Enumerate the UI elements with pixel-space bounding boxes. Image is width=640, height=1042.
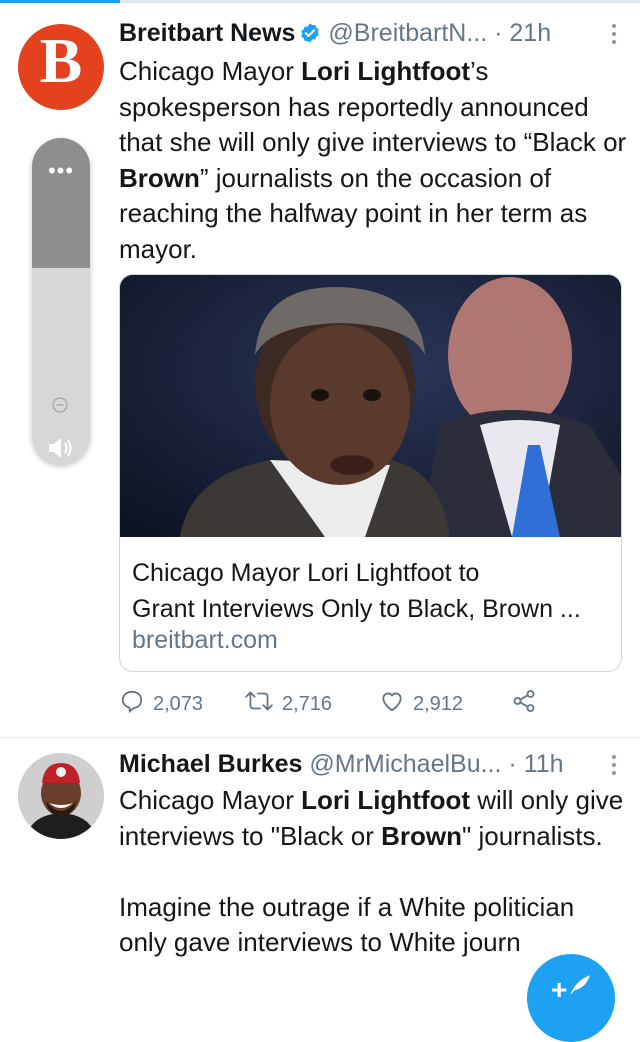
text-bold: Lori Lightfoot — [301, 785, 471, 815]
tweet-actions: 2,073 2,716 2,912 — [119, 688, 619, 720]
text-part: " journalists. — [462, 820, 603, 851]
more-icon[interactable] — [608, 752, 620, 780]
more-icon[interactable] — [608, 21, 620, 49]
volume-icon[interactable] — [46, 434, 76, 462]
share-button[interactable] — [511, 688, 545, 720]
like-icon — [379, 688, 413, 720]
breitbart-logo: B — [39, 25, 83, 96]
card-domain: breitbart.com — [132, 626, 278, 654]
tweet-text: Chicago Mayor Lori Lightfoot’s spokesper… — [119, 54, 629, 267]
verified-icon — [299, 22, 321, 51]
like-button[interactable]: 2,912 — [379, 688, 463, 720]
author-name[interactable]: Breitbart News — [119, 19, 295, 47]
text-part: Chicago Mayor — [119, 785, 302, 815]
article-photo — [120, 275, 621, 537]
plus-icon: + — [551, 974, 568, 1005]
link-card[interactable]: Chicago Mayor Lori Lightfoot to Grant In… — [119, 274, 622, 672]
reply-button[interactable]: 2,073 — [119, 688, 203, 720]
tweet-breitbart[interactable]: B Breitbart News @BreitbartN... · 21h Ch… — [0, 0, 640, 737]
text-bold: Brown — [381, 820, 462, 851]
share-icon — [511, 688, 545, 720]
minus-icon — [51, 396, 69, 414]
author-handle[interactable]: @BreitbartN... — [328, 19, 487, 47]
like-count: 2,912 — [413, 692, 464, 715]
card-title-line: Chicago Mayor Lori Lightfoot to — [132, 559, 480, 587]
text-bold: Brown — [119, 162, 200, 193]
retweet-icon — [244, 688, 282, 720]
author-handle[interactable]: @MrMichaelBu... — [309, 750, 501, 778]
volume-more-icon[interactable]: ••• — [32, 158, 90, 184]
text-part: Chicago Mayor — [119, 56, 302, 86]
compose-icon — [567, 972, 593, 1003]
card-title-line: Grant Interviews Only to Black, Brown ..… — [132, 595, 581, 623]
text-part: Imagine the outrage if a White politicia… — [119, 891, 575, 958]
tweet-header: Michael Burkes @MrMichaelBu... · 11h — [119, 750, 620, 786]
card-title: Chicago Mayor Lori Lightfoot to Grant In… — [132, 555, 612, 627]
avatar[interactable]: B — [18, 24, 104, 110]
retweet-count: 2,716 — [282, 692, 333, 715]
tweet-text: Chicago Mayor Lori Lightfoot will only g… — [119, 783, 629, 961]
retweet-button[interactable]: 2,716 — [244, 688, 332, 720]
compose-button[interactable]: + — [527, 954, 615, 1042]
text-bold: Lori Lightfoot — [301, 56, 471, 86]
tweet-header: Breitbart News @BreitbartN... · 21h — [119, 19, 620, 55]
tweet-time: · 21h — [494, 19, 552, 47]
author-name[interactable]: Michael Burkes — [119, 750, 302, 778]
reply-icon — [119, 688, 153, 720]
tweet-time: · 11h — [508, 750, 564, 778]
volume-slider[interactable]: ••• — [32, 138, 90, 464]
avatar[interactable] — [18, 753, 104, 839]
reply-count: 2,073 — [153, 692, 204, 715]
